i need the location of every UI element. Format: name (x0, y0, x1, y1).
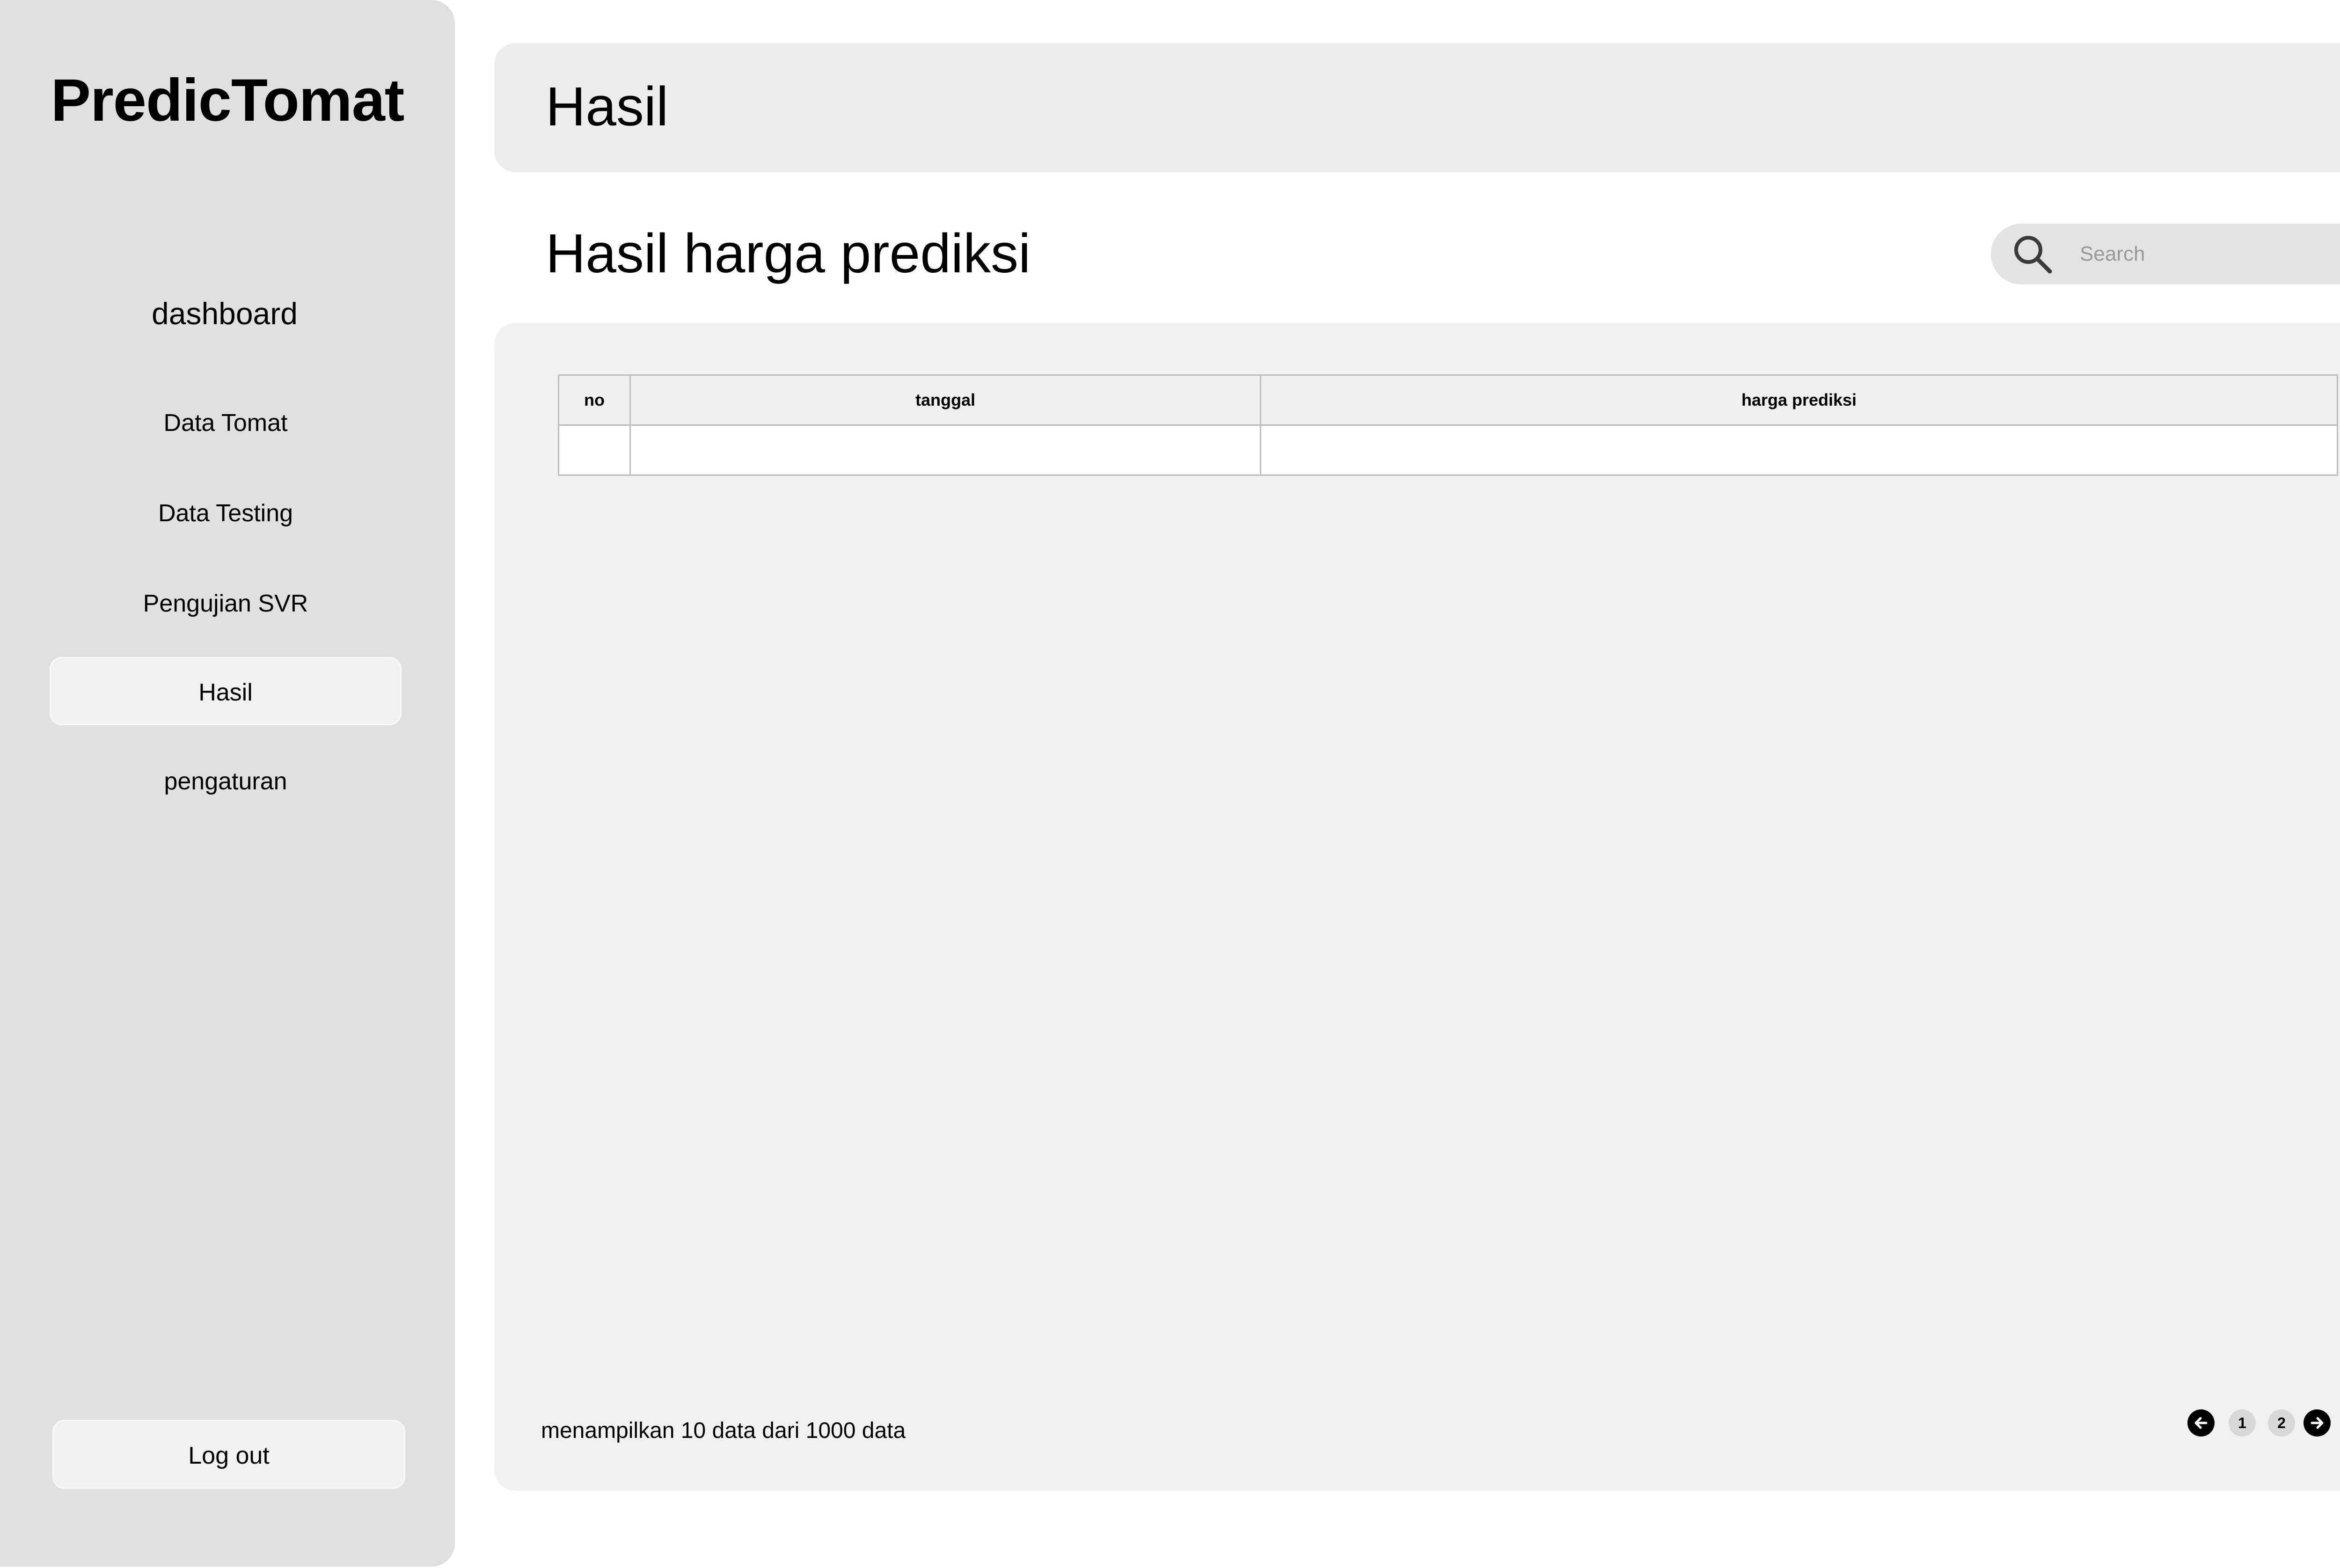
sidebar-item-label: Data Tomat (163, 409, 288, 437)
search-bar[interactable] (1991, 224, 2340, 284)
sidebar-item-pengaturan[interactable]: pengaturan (50, 747, 402, 816)
column-header-harga-prediksi: harga prediksi (1260, 374, 2338, 426)
sidebar-item-data-testing[interactable]: Data Testing (50, 479, 402, 547)
logout-button[interactable]: Log out (52, 1420, 405, 1489)
page-header: Hasil (494, 43, 2340, 172)
results-table: no tanggal harga prediksi (558, 374, 2338, 476)
prev-page-button[interactable] (2187, 1409, 2215, 1437)
record-count-text: menampilkan 10 data dari 1000 data (541, 1418, 906, 1443)
brand-logo: PredicTomat (51, 67, 405, 134)
arrow-right-icon (2311, 1417, 2324, 1429)
sidebar: PredicTomat dashboard Data Tomat Data Te… (0, 0, 455, 1567)
table-cell-tanggal (629, 424, 1261, 476)
table-header-row: no tanggal harga prediksi (558, 374, 2338, 426)
next-page-button[interactable] (2303, 1409, 2331, 1437)
sidebar-item-data-tomat[interactable]: Data Tomat (50, 389, 402, 457)
search-icon[interactable] (2012, 234, 2053, 274)
search-input[interactable] (2080, 224, 2340, 284)
page-title: Hasil (546, 76, 669, 138)
sidebar-item-label: pengaturan (164, 768, 287, 795)
sidebar-item-pengujian-svr[interactable]: Pengujian SVR (50, 569, 402, 638)
sidebar-item-label: Hasil (198, 679, 253, 706)
table-cell-harga-prediksi (1260, 424, 2338, 476)
page-2-button[interactable]: 2 (2268, 1409, 2295, 1437)
sidebar-item-hasil[interactable]: Hasil (50, 657, 402, 725)
sidebar-item-label: Data Testing (158, 500, 293, 527)
column-header-tanggal: tanggal (629, 374, 1261, 426)
table-row (558, 424, 2338, 476)
page-1-button[interactable]: 1 (2229, 1409, 2256, 1437)
column-header-no: no (558, 374, 631, 426)
section-title: Hasil harga prediksi (546, 223, 1031, 284)
table-cell-no (558, 424, 631, 476)
sidebar-item-dashboard[interactable]: dashboard (0, 290, 449, 337)
results-panel: no tanggal harga prediksi menampilkan 10… (494, 323, 2340, 1491)
arrow-left-icon (2194, 1417, 2208, 1429)
sidebar-item-label: Pengujian SVR (143, 590, 308, 617)
